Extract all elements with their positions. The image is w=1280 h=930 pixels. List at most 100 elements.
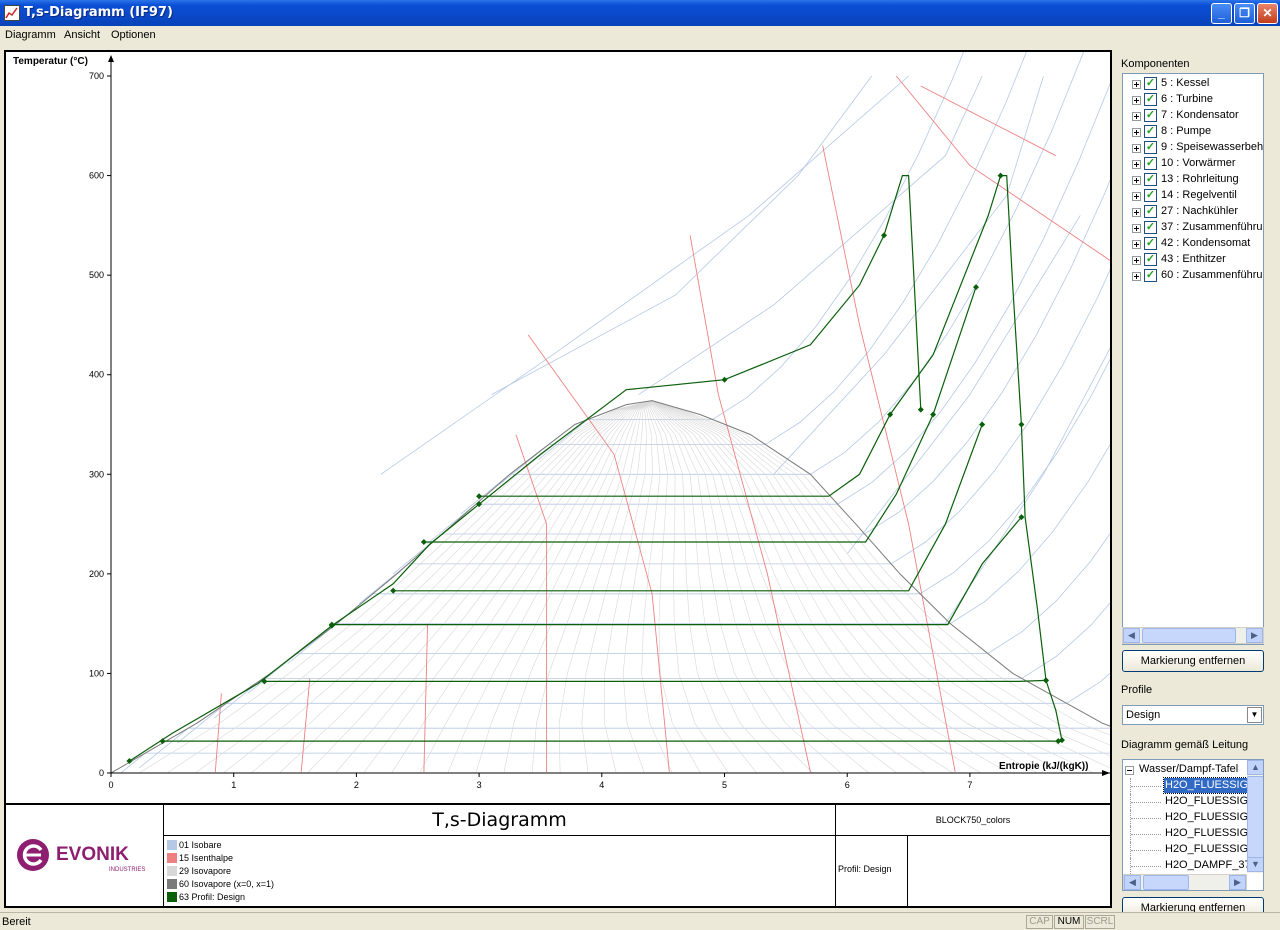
menu-optionen[interactable]: Optionen xyxy=(111,29,156,41)
collapse-icon[interactable] xyxy=(1125,766,1134,775)
tree-root-wasser-dampf[interactable]: Wasser/Dampf-Tafel xyxy=(1123,762,1263,778)
checkbox[interactable]: ✓ xyxy=(1144,125,1157,138)
checkbox[interactable]: ✓ xyxy=(1144,189,1157,202)
expand-icon[interactable] xyxy=(1132,128,1141,137)
app-icon xyxy=(4,5,20,21)
isobar-line xyxy=(380,75,909,475)
x-tick-label: 1 xyxy=(231,780,236,790)
komponente-item[interactable]: ✓ 42 : Kondensomat xyxy=(1123,236,1263,252)
isovapore-line xyxy=(475,400,653,773)
checkbox[interactable]: ✓ xyxy=(1144,109,1157,122)
scroll-thumb[interactable] xyxy=(1143,875,1189,890)
komponente-label: 27 : Nachkühler xyxy=(1161,205,1239,217)
checkbox[interactable]: ✓ xyxy=(1144,237,1157,250)
minimize-button[interactable]: _ xyxy=(1211,3,1232,24)
expand-icon[interactable] xyxy=(1132,80,1141,89)
komponente-item[interactable]: ✓ 6 : Turbine xyxy=(1123,92,1263,108)
isobar-line xyxy=(287,443,1110,664)
chevron-down-icon[interactable]: ▼ xyxy=(1247,707,1262,723)
komponente-item[interactable]: ✓ 7 : Kondensator xyxy=(1123,108,1263,124)
checkbox[interactable]: ✓ xyxy=(1144,93,1157,106)
komponente-item[interactable]: ✓ 14 : Regelventil xyxy=(1123,188,1263,204)
expand-icon[interactable] xyxy=(1132,192,1141,201)
checkbox[interactable]: ✓ xyxy=(1144,253,1157,266)
profile-select[interactable]: Design ▼ xyxy=(1122,705,1264,725)
komponenten-tree[interactable]: ✓ 5 : Kessel ✓ 6 : Turbine ✓ 7 : Kondensator ✓… xyxy=(1122,73,1264,645)
expand-icon[interactable] xyxy=(1132,272,1141,281)
chart-frame: 700 600 500 400 300 200 100 0 0 1 2 3 4 5 6 7 Temperatu… xyxy=(4,50,1112,908)
x-axis-label: Entropie (kJ/(kgK)) xyxy=(999,761,1088,772)
isovapore-line xyxy=(604,400,653,773)
expand-icon[interactable] xyxy=(1132,256,1141,265)
profile-point xyxy=(721,376,728,383)
vscroll-thumb[interactable] xyxy=(1247,776,1263,858)
leitung-label: H2O_FLUESSIG_ xyxy=(1165,827,1255,839)
leitung-label: H2O_FLUESSIG_ xyxy=(1165,795,1255,807)
expand-icon[interactable] xyxy=(1132,208,1141,217)
leitung-vscrollbar[interactable]: ▲ ▼ xyxy=(1247,760,1263,873)
isenthalpe-layer xyxy=(214,75,1110,773)
x-tick-label: 5 xyxy=(722,780,727,790)
expand-icon[interactable] xyxy=(1132,240,1141,249)
isovapore-line xyxy=(622,400,653,773)
close-button[interactable]: ✕ xyxy=(1257,3,1278,24)
leitung-hscrollbar[interactable]: ◀ ▶ xyxy=(1123,874,1247,890)
expand-icon[interactable] xyxy=(1132,176,1141,185)
leitung-item[interactable]: H2O_FLUESSIG_ xyxy=(1123,794,1263,810)
expand-icon[interactable] xyxy=(1132,160,1141,169)
scroll-left-icon[interactable]: ◀ xyxy=(1123,628,1140,643)
komponente-item[interactable]: ✓ 8 : Pumpe xyxy=(1123,124,1263,140)
isenthalpe-line xyxy=(515,434,548,772)
isovapore-line xyxy=(651,400,757,773)
leitung-item[interactable]: H2O_FLUESSIG_ xyxy=(1123,842,1263,858)
komponente-item[interactable]: ✓ 60 : Zusammenführu xyxy=(1123,268,1263,284)
komponente-item[interactable]: ✓ 10 : Vorwärmer xyxy=(1123,156,1263,172)
leitung-label: Diagramm gemäß Leitung xyxy=(1121,739,1249,751)
scroll-right-icon[interactable]: ▶ xyxy=(1229,875,1246,890)
expand-icon[interactable] xyxy=(1132,112,1141,121)
checkbox[interactable]: ✓ xyxy=(1144,221,1157,234)
scroll-right-icon[interactable]: ▶ xyxy=(1246,628,1263,643)
isovapore-line xyxy=(651,400,729,773)
maximize-button[interactable]: ❐ xyxy=(1234,3,1255,24)
menu-ansicht[interactable]: Ansicht xyxy=(64,29,100,41)
checkbox[interactable]: ✓ xyxy=(1144,141,1157,154)
komponente-item[interactable]: ✓ 13 : Rohrleitung xyxy=(1123,172,1263,188)
legend-item: 63 Profil: Design xyxy=(166,891,835,904)
checkbox[interactable]: ✓ xyxy=(1144,205,1157,218)
komponente-item[interactable]: ✓ 9 : Speisewasserbeh xyxy=(1123,140,1263,156)
komponente-label: 42 : Kondensomat xyxy=(1161,237,1251,249)
profile-line-reheat xyxy=(479,175,1063,741)
x-tick-label: 3 xyxy=(477,780,482,790)
komponente-item[interactable]: ✓ 27 : Nachkühler xyxy=(1123,204,1263,220)
komponente-item[interactable]: ✓ 5 : Kessel xyxy=(1123,76,1263,92)
scroll-up-icon[interactable]: ▲ xyxy=(1247,760,1263,775)
menu-diagramm[interactable]: Diagramm xyxy=(5,29,56,41)
komponente-item[interactable]: ✓ 43 : Enthitzer xyxy=(1123,252,1263,268)
leitung-item[interactable]: H2O_FLUESSIG_ xyxy=(1123,810,1263,826)
markierung-entfernen-button[interactable]: Markierung entfernen xyxy=(1122,650,1264,672)
leitung-item[interactable]: H2O_DAMPF_37 xyxy=(1123,858,1263,874)
expand-icon[interactable] xyxy=(1132,144,1141,153)
expand-icon[interactable] xyxy=(1132,96,1141,105)
legend-item: 60 Isovapore (x=0, x=1) xyxy=(166,878,835,891)
scroll-thumb[interactable] xyxy=(1142,628,1236,643)
leitung-item[interactable]: H2O_FLUESSIG_ xyxy=(1123,826,1263,842)
ts-diagram-plot[interactable]: 700 600 500 400 300 200 100 00 1 2 3 4 5 6 7 Temperatu… xyxy=(6,52,1110,803)
leitung-label: H2O_FLUESSIG_ xyxy=(1165,843,1255,855)
y-tick-label: 100 xyxy=(89,668,104,678)
checkbox[interactable]: ✓ xyxy=(1144,157,1157,170)
isovapore-line xyxy=(581,400,653,773)
expand-icon[interactable] xyxy=(1132,224,1141,233)
komponenten-hscrollbar[interactable]: ◀ ▶ xyxy=(1122,627,1264,644)
checkbox[interactable]: ✓ xyxy=(1144,77,1157,90)
leitung-tree[interactable]: Wasser/Dampf-Tafel H2O_FLUESSIG_ H2O_FLUE… xyxy=(1122,759,1264,891)
scroll-down-icon[interactable]: ▼ xyxy=(1247,857,1263,872)
checkbox[interactable]: ✓ xyxy=(1144,173,1157,186)
scroll-left-icon[interactable]: ◀ xyxy=(1124,875,1141,890)
checkbox[interactable]: ✓ xyxy=(1144,269,1157,282)
leitung-item[interactable]: H2O_FLUESSIG_ xyxy=(1123,777,1263,794)
komponente-item[interactable]: ✓ 37 : Zusammenführu xyxy=(1123,220,1263,236)
isovapore-line xyxy=(651,400,954,773)
diagram-title: T,s-Diagramm xyxy=(163,805,835,836)
